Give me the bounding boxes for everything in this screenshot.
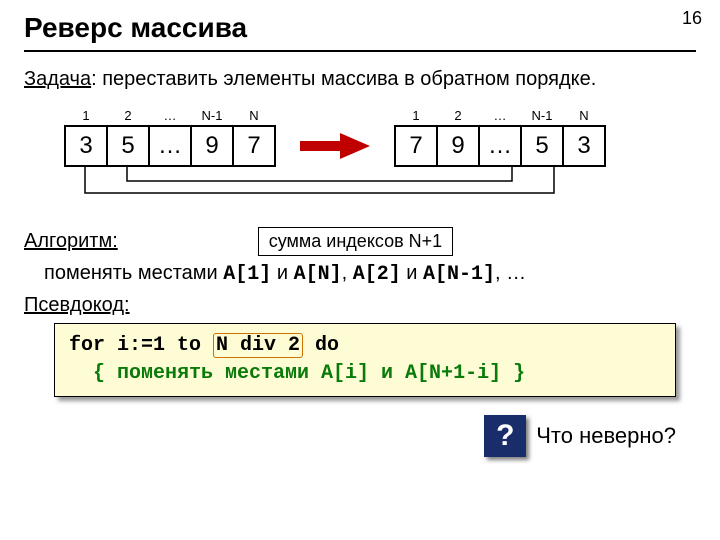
code-line1-pre: for i:=1 to	[69, 334, 213, 357]
val-cell: 3	[65, 126, 107, 166]
algo-and: и	[401, 262, 423, 284]
idx-cell: 1	[65, 106, 107, 126]
algorithm-row: Алгоритм: сумма индексов N+1	[24, 227, 696, 256]
code-inline: A[N-1]	[423, 263, 495, 286]
val-cell: 9	[437, 126, 479, 166]
algorithm-text: поменять местами A[1] и A[N], A[2] и A[N…	[44, 262, 696, 286]
val-cell: …	[149, 126, 191, 166]
code-line2: { поменять местами A[i] и A[N+1-i] }	[69, 362, 525, 385]
idx-cell: 2	[107, 106, 149, 126]
idx-cell: N-1	[191, 106, 233, 126]
pseudocode-label: Псевдокод:	[24, 294, 696, 317]
val-cell: 7	[395, 126, 437, 166]
algo-and: и	[271, 262, 293, 284]
arrow-icon	[300, 131, 370, 161]
idx-cell: 1	[395, 106, 437, 126]
val-cell: 7	[233, 126, 275, 166]
arrays-row: 1 2 … N-1 N 3 5 … 9 7	[64, 106, 696, 167]
idx-cell: …	[149, 106, 191, 126]
algorithm-label: Алгоритм:	[24, 230, 118, 253]
code-inline: A[1]	[223, 263, 271, 286]
idx-cell: N	[563, 106, 605, 126]
task-text: : переставить элементы массива в обратно…	[91, 68, 596, 90]
val-cell: …	[479, 126, 521, 166]
page-number: 16	[682, 8, 702, 29]
code-inline: A[2]	[353, 263, 401, 286]
question-footer: ? Что неверно?	[24, 415, 676, 457]
code-block: for i:=1 to N div 2 do { поменять местам…	[54, 323, 676, 397]
left-array: 1 2 … N-1 N 3 5 … 9 7	[64, 106, 276, 167]
val-cell: 5	[521, 126, 563, 166]
sum-note-box: сумма индексов N+1	[258, 227, 453, 256]
title-divider	[24, 50, 696, 52]
swap-arcs	[64, 165, 696, 205]
val-cell: 3	[563, 126, 605, 166]
val-cell: 5	[107, 126, 149, 166]
slide-title: Реверс массива	[24, 12, 696, 44]
val-cell: 9	[191, 126, 233, 166]
question-text: Что неверно?	[536, 423, 676, 449]
task-label: Задача	[24, 68, 91, 90]
idx-cell: N-1	[521, 106, 563, 126]
code-inline: A[N]	[294, 263, 342, 286]
idx-cell: N	[233, 106, 275, 126]
algo-pre: поменять местами	[44, 262, 223, 284]
algo-sep: ,	[342, 262, 353, 284]
task-statement: Задача: переставить элементы массива в о…	[24, 66, 696, 92]
idx-cell: …	[479, 106, 521, 126]
idx-cell: 2	[437, 106, 479, 126]
question-mark-icon: ?	[484, 415, 526, 457]
code-highlight: N div 2	[213, 333, 303, 358]
algo-tail: , …	[495, 262, 526, 284]
code-line1-post: do	[303, 334, 339, 357]
right-array: 1 2 … N-1 N 7 9 … 5 3	[394, 106, 606, 167]
